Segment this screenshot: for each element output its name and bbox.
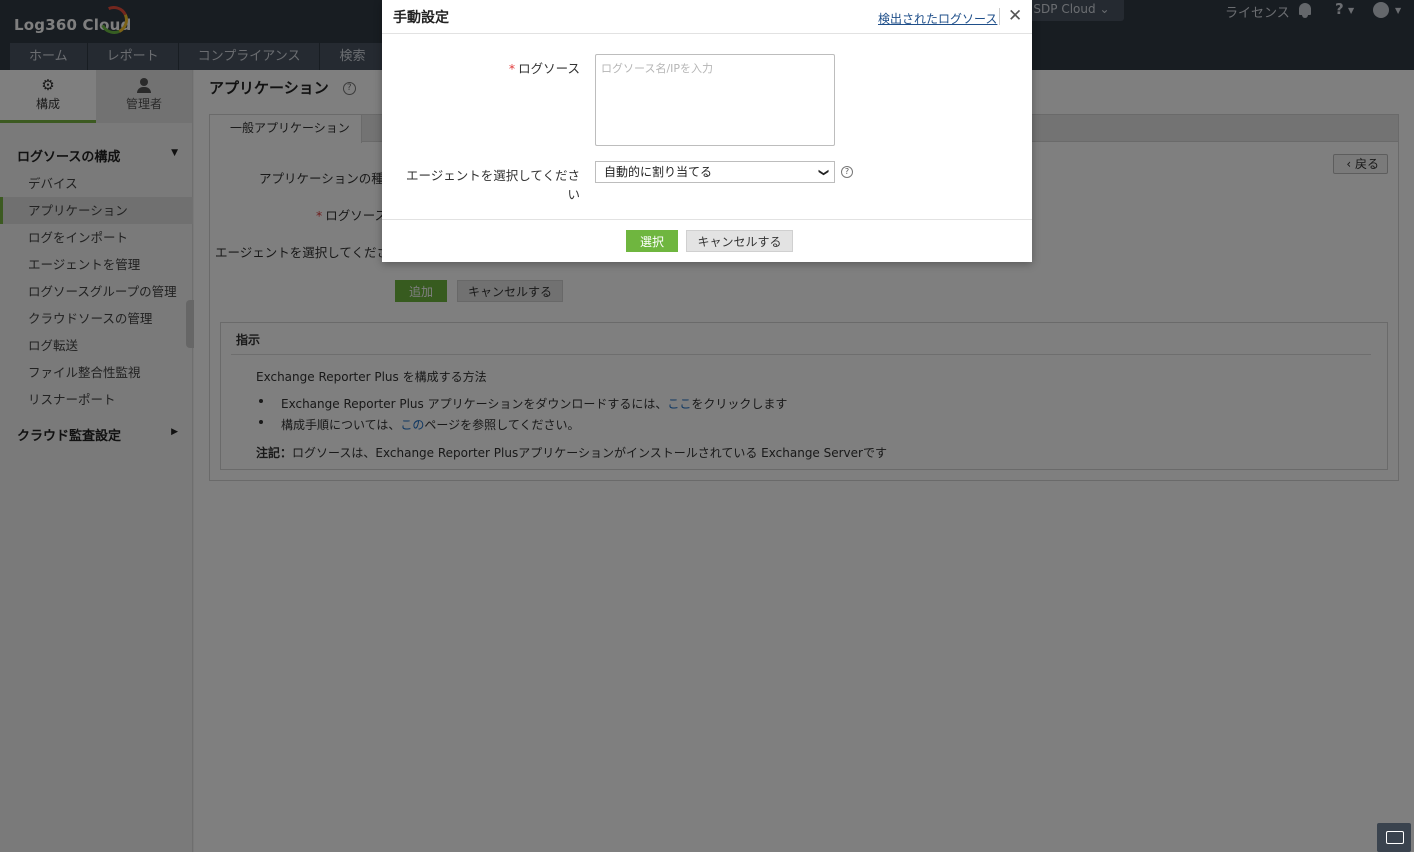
required-marker: * [508,61,516,76]
dialog-agent-label: エージェントを選択してください [405,168,580,202]
help-icon[interactable]: ? [841,166,853,178]
close-icon[interactable]: ✕ [1008,6,1022,26]
divider [999,8,1000,25]
dialog-title: 手動設定 [393,10,449,26]
dialog-cancel-button[interactable]: キャンセルする [686,230,793,252]
log-source-input[interactable] [595,54,835,146]
divider [382,219,1032,220]
select-button[interactable]: 選択 [626,230,678,252]
manual-config-dialog: 手動設定 検出されたログソース ✕ *ログソース エージェントを選択してください… [382,0,1032,262]
dialog-log-source-label: * ログソース [482,58,580,77]
agent-select[interactable]: 自動的に割り当てる ❯ [595,161,835,183]
agent-select-value: 自動的に割り当てる [604,165,713,179]
detected-log-sources-link[interactable]: 検出されたログソース [878,10,997,27]
dialog-log-source-label-text: ログソース [518,61,580,76]
chat-icon[interactable] [1377,823,1411,852]
divider [382,33,1032,34]
chevron-down-icon[interactable]: ❯ [813,161,833,183]
